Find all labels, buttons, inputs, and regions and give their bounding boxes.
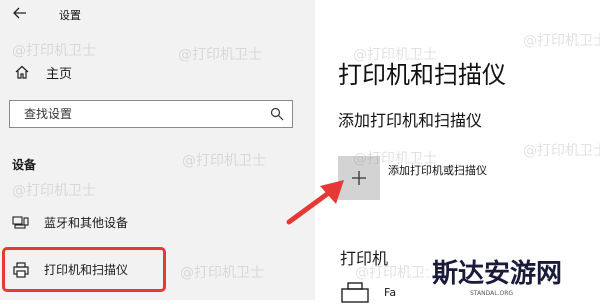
nav-home-label: 主页 <box>46 66 73 82</box>
printer-icon <box>341 282 369 303</box>
bluetooth-devices-icon <box>12 216 29 229</box>
window-title: 设置 <box>59 9 81 22</box>
sidebar: 设置 主页 设备 蓝牙和其他设备 打印机和扫描仪 <box>0 0 315 300</box>
add-section-title: 添加打印机和扫描仪 <box>338 111 483 130</box>
printer-icon <box>13 261 29 278</box>
search-icon[interactable] <box>270 107 284 121</box>
plus-icon <box>352 171 366 185</box>
printer-name: Fa <box>384 286 397 299</box>
search-box[interactable] <box>9 100 293 128</box>
sidebar-item-printers[interactable]: 打印机和扫描仪 <box>2 247 166 292</box>
back-arrow-icon[interactable] <box>12 5 28 21</box>
sidebar-item-label: 打印机和扫描仪 <box>44 263 129 277</box>
sidebar-item-bluetooth[interactable]: 蓝牙和其他设备 <box>0 210 315 234</box>
site-logo-text: 斯达安游网 <box>432 259 562 289</box>
site-logo-subtext: STANDAL.ORG <box>470 290 513 297</box>
section-header-devices: 设备 <box>12 158 37 172</box>
page-title: 打印机和扫描仪 <box>338 61 506 89</box>
nav-home[interactable]: 主页 <box>14 61 72 83</box>
search-input[interactable] <box>10 100 270 128</box>
site-logo: 斯达安游网 STANDAL.ORG <box>428 252 600 300</box>
home-icon <box>15 65 29 79</box>
watermark-text: @打印机卫士 <box>523 143 600 159</box>
sidebar-item-label: 蓝牙和其他设备 <box>44 215 129 230</box>
printers-section-header: 打印机 <box>340 249 389 268</box>
printer-list-item[interactable]: Fa <box>340 282 396 304</box>
pointer-arrow-icon <box>286 180 344 225</box>
watermark-text: @打印机卫士 <box>523 33 600 49</box>
add-printer-label[interactable]: 添加打印机或扫描仪 <box>388 162 487 178</box>
